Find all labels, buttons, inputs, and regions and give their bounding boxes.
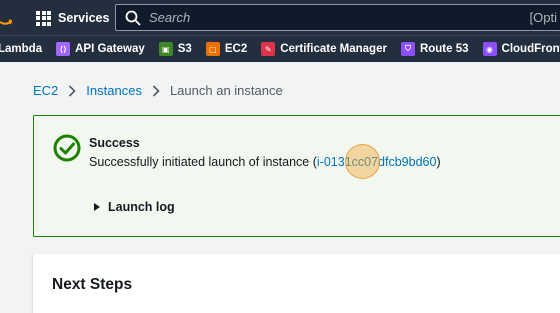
launch-log-label: Launch log xyxy=(108,200,175,214)
click-indicator xyxy=(345,144,380,179)
services-menu-button[interactable]: Services xyxy=(36,8,109,28)
launch-log-toggle[interactable]: Launch log xyxy=(94,200,175,214)
cloudfront-icon: ◉ xyxy=(482,42,497,56)
success-check-icon xyxy=(53,134,81,162)
search-placeholder: Search xyxy=(149,10,191,25)
favorite-cloudfront[interactable]: ◉ CloudFront xyxy=(482,42,560,56)
favorite-ec2[interactable]: ▢ EC2 xyxy=(205,42,248,56)
next-steps-title: Next Steps xyxy=(52,276,133,293)
certificate-manager-icon: ✎ xyxy=(261,42,276,56)
chevron-right-icon xyxy=(152,84,160,97)
favorite-label: Certificate Manager xyxy=(280,43,387,55)
services-label: Services xyxy=(58,11,110,25)
favorite-s3[interactable]: ▣ S3 xyxy=(158,42,192,56)
caret-right-icon xyxy=(94,203,100,211)
favorite-label: S3 xyxy=(177,43,192,55)
ec2-icon: ▢ xyxy=(205,42,220,56)
breadcrumb-current: Launch an instance xyxy=(169,83,283,98)
favorite-label: EC2 xyxy=(224,43,248,55)
next-steps-panel: Next Steps xyxy=(33,254,560,313)
search-icon xyxy=(125,10,141,26)
favorite-lambda[interactable]: Lambda xyxy=(0,43,42,55)
breadcrumb: EC2 Instances Launch an instance xyxy=(33,83,283,98)
favorite-route53[interactable]: ⛉ Route 53 xyxy=(400,42,469,56)
top-navigation: Services Search [Opti xyxy=(0,0,560,35)
breadcrumb-ec2-link[interactable]: EC2 xyxy=(33,83,58,98)
route53-icon: ⛉ xyxy=(400,42,415,56)
aws-logo-icon[interactable] xyxy=(0,6,12,28)
favorite-certificate-manager[interactable]: ✎ Certificate Manager xyxy=(261,42,387,56)
s3-icon: ▣ xyxy=(158,42,173,56)
favorite-label: API Gateway xyxy=(75,43,145,55)
search-shortcut-hint: [Opti xyxy=(529,10,557,25)
flash-title: Success xyxy=(89,136,140,150)
search-input[interactable]: Search [Opti xyxy=(115,4,560,31)
success-flash-message: Success Successfully initiated launch of… xyxy=(33,115,560,237)
favorite-label: Lambda xyxy=(0,43,43,55)
favorite-api-gateway[interactable]: ⟨⟩ API Gateway xyxy=(56,42,145,56)
favorite-label: CloudFront xyxy=(501,43,560,55)
flash-message-suffix: ) xyxy=(436,155,441,169)
breadcrumb-instances-link[interactable]: Instances xyxy=(86,83,142,98)
favorite-label: Route 53 xyxy=(419,43,469,55)
flash-message-prefix: Successfully initiated launch of instanc… xyxy=(89,155,317,169)
favorites-bar: Lambda ⟨⟩ API Gateway ▣ S3 ▢ EC2 ✎ Certi… xyxy=(0,35,560,62)
api-gateway-icon: ⟨⟩ xyxy=(56,42,71,56)
services-grid-icon xyxy=(36,10,51,26)
flash-message: Successfully initiated launch of instanc… xyxy=(89,155,441,169)
chevron-right-icon xyxy=(69,84,76,97)
